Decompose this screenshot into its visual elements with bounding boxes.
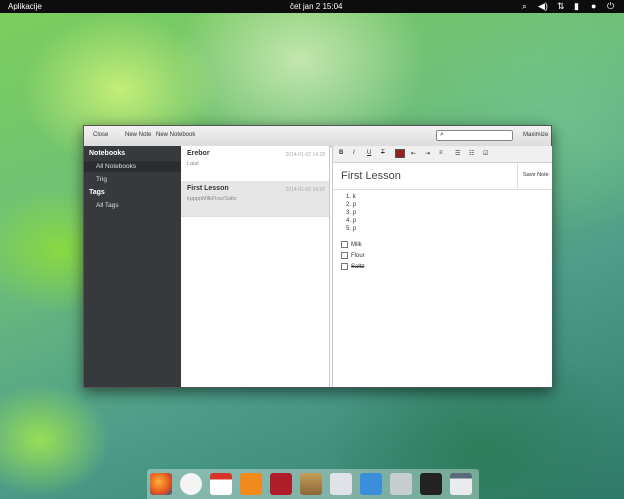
list-item: 2. p: [346, 202, 357, 208]
underline-button[interactable]: U: [367, 150, 371, 156]
sidebar-item-all-notebooks[interactable]: All Notebooks: [84, 161, 181, 172]
sidebar-item-all-tags[interactable]: All Tags: [84, 200, 181, 211]
note-title: First Lesson: [187, 185, 229, 192]
bullet-list-icon[interactable]: ☰: [455, 150, 460, 157]
bold-button[interactable]: B: [339, 150, 343, 156]
note-date: 2014-01-02 14:26: [285, 187, 325, 193]
list-item[interactable]: Erebor 2014-01-02 14:28 Lalal: [181, 146, 329, 182]
window-icon[interactable]: [450, 473, 472, 495]
battery-icon[interactable]: ▮: [574, 1, 579, 12]
list-item: 5. p: [346, 226, 357, 232]
volume-icon[interactable]: ◀): [538, 1, 548, 12]
list-item: 4. p: [346, 218, 357, 224]
search-input[interactable]: ⌕: [436, 130, 513, 141]
format-toolbar: B I U T ⇤ ⇥ ≡ ☰ ☷ ☑: [333, 146, 552, 163]
sidebar-item-trig[interactable]: Trig: [84, 174, 181, 185]
close-button[interactable]: Close: [93, 132, 108, 138]
search-icon[interactable]: ⌕: [522, 1, 527, 12]
outdent-icon[interactable]: ⇤: [411, 150, 416, 157]
list-item[interactable]: First Lesson 2014-01-02 14:26 kppppMilkF…: [181, 181, 329, 217]
switchboard-icon[interactable]: [330, 473, 352, 495]
note-title-bar: First Lesson Save Note: [333, 162, 552, 190]
note-preview: Lalal: [187, 161, 199, 167]
numbered-list-icon[interactable]: ☷: [469, 150, 474, 157]
applications-menu[interactable]: Aplikacije: [8, 2, 42, 11]
strikethrough-button[interactable]: T: [381, 150, 385, 156]
indent-icon[interactable]: ⇥: [425, 150, 430, 157]
note-preview: kppppMilkFlourSaltz: [187, 196, 237, 202]
save-note-button[interactable]: Save Note: [517, 162, 552, 189]
files-icon[interactable]: [390, 473, 412, 495]
note-title: Erebor: [187, 150, 210, 157]
top-panel: Aplikacije čet jan 2 15:04 ⌕ ◀) ⇅ ▮ ● ⏻: [0, 0, 624, 13]
calendar-icon[interactable]: [210, 473, 232, 495]
dock: [147, 469, 479, 499]
download-icon[interactable]: [360, 473, 382, 495]
text-color-button[interactable]: [395, 149, 405, 158]
video-icon[interactable]: [270, 473, 292, 495]
list-item: 1. k: [346, 194, 356, 200]
sidebar: Notebooks All Notebooks Trig Tags All Ta…: [84, 146, 181, 387]
firefox-icon[interactable]: [150, 473, 172, 495]
network-icon[interactable]: ⇅: [557, 1, 565, 12]
checklist-item[interactable]: Milk: [341, 241, 362, 248]
new-note-button[interactable]: New Note: [125, 132, 151, 138]
notes-window: Close New Note New Notebook ⌕ Maximize N…: [83, 125, 552, 388]
power-icon[interactable]: ⏻: [607, 1, 614, 12]
list-item: 3. p: [346, 210, 357, 216]
checklist-item[interactable]: Saltz: [341, 263, 364, 270]
notebooks-header: Notebooks: [89, 150, 126, 157]
photos-icon[interactable]: [300, 473, 322, 495]
italic-button[interactable]: I: [353, 150, 355, 156]
checkbox-list-icon[interactable]: ☑: [483, 150, 488, 157]
clock[interactable]: čet jan 2 15:04: [290, 2, 342, 11]
tags-header: Tags: [89, 189, 105, 196]
note-date: 2014-01-02 14:28: [285, 152, 325, 158]
notification-icon[interactable]: [180, 473, 202, 495]
search-icon: ⌕: [440, 131, 444, 138]
new-notebook-button[interactable]: New Notebook: [156, 132, 195, 138]
note-list: Erebor 2014-01-02 14:28 Lalal First Less…: [181, 146, 330, 387]
window-toolbar: Close New Note New Notebook ⌕ Maximize: [84, 126, 551, 147]
music-icon[interactable]: [240, 473, 262, 495]
terminal-icon[interactable]: [420, 473, 442, 495]
user-icon[interactable]: ●: [591, 1, 596, 11]
note-editor: B I U T ⇤ ⇥ ≡ ☰ ☷ ☑ First Lesson Save No…: [332, 146, 552, 387]
maximize-button[interactable]: Maximize: [523, 132, 548, 138]
checklist-item[interactable]: Flour: [341, 252, 365, 259]
align-icon[interactable]: ≡: [439, 150, 443, 156]
note-title-field[interactable]: First Lesson: [341, 170, 401, 182]
